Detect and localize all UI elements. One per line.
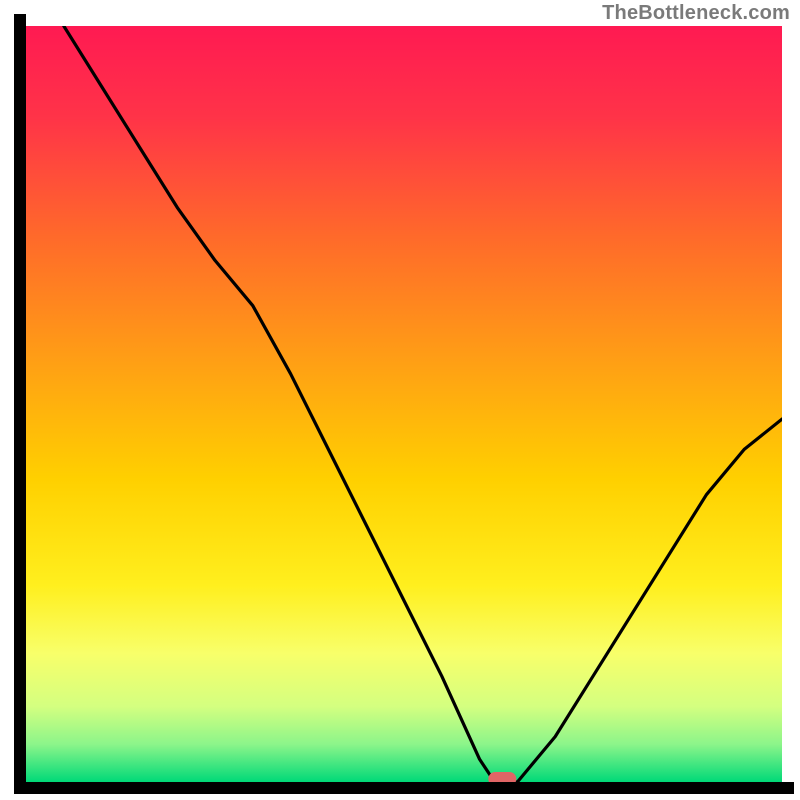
plot-area xyxy=(26,26,782,782)
chart-stage: TheBottleneck.com xyxy=(0,0,800,800)
watermark: TheBottleneck.com xyxy=(602,2,790,25)
chart-svg xyxy=(0,0,800,800)
